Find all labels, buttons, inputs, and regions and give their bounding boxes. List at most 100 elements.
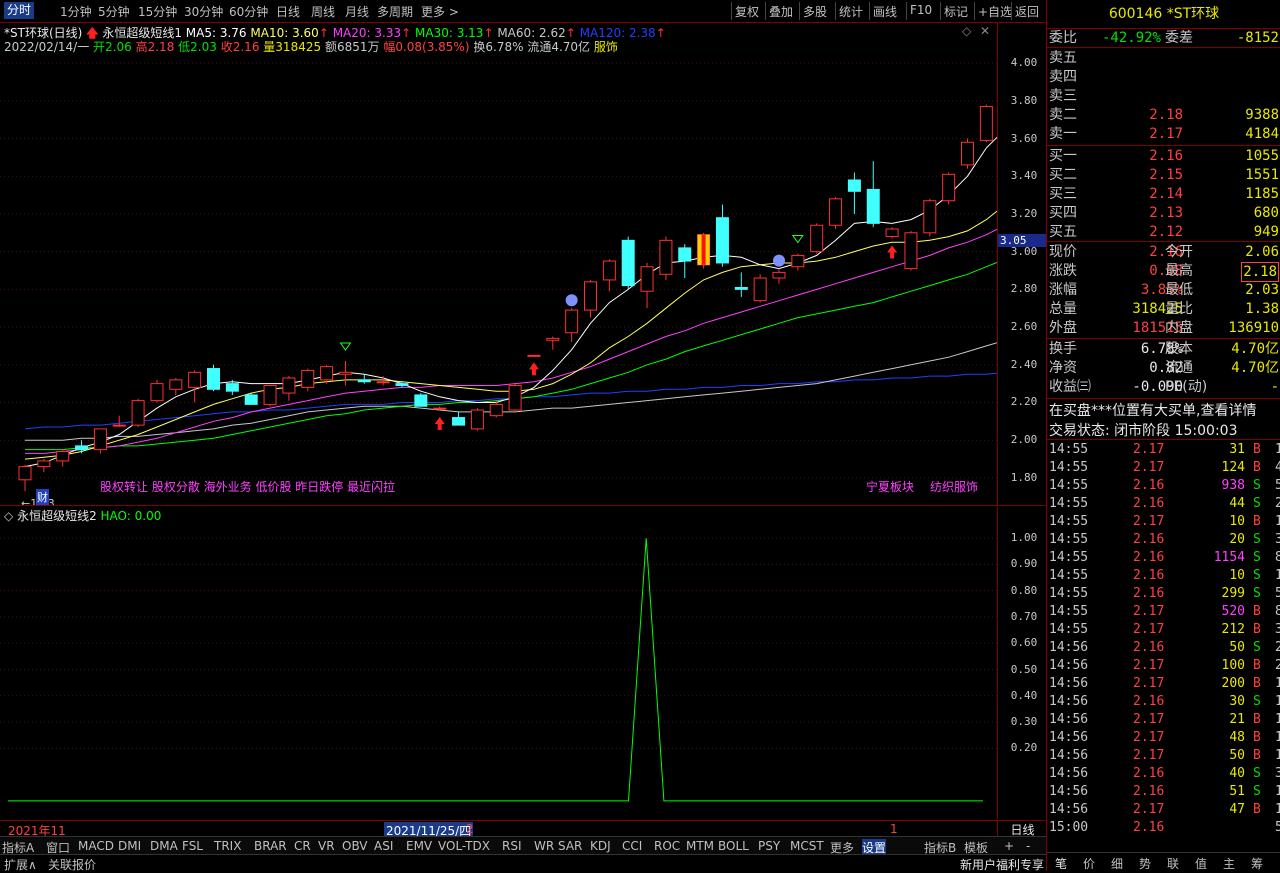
bid-row[interactable]: 买四 2.13 680 [1049,204,1279,222]
indicator-tab[interactable]: BOLL [718,839,749,853]
candle[interactable] [37,459,51,473]
candle[interactable] [640,262,654,309]
toolbar-button[interactable]: 叠加 [769,3,793,20]
candle[interactable] [508,383,522,412]
quote-tab[interactable]: 价 [1083,855,1095,872]
candle[interactable] [546,336,560,350]
candle[interactable] [452,411,466,426]
candle[interactable] [301,368,315,392]
indicator-tab[interactable]: CR [294,839,311,853]
indicator-tab[interactable]: EMV [406,839,432,853]
quote-tab[interactable]: 联 [1167,855,1179,872]
candle[interactable] [470,408,484,431]
finance-badge[interactable]: 财 [36,489,49,505]
indicator-tab-right[interactable]: - [1026,839,1030,853]
industry-tag[interactable]: 纺织服饰 [930,478,978,495]
indicator-tab[interactable]: CCI [622,839,642,853]
candle[interactable] [961,138,974,169]
candle[interactable] [75,440,89,454]
region-tag[interactable]: 宁夏板块 [866,478,914,495]
ask-row[interactable]: 卖三 [1049,87,1279,105]
candle[interactable] [282,376,296,401]
candle[interactable] [942,172,956,205]
candle[interactable] [527,354,541,357]
period-tab[interactable]: 月线 [345,3,369,20]
candle[interactable] [659,236,673,280]
indicator-tab[interactable]: MTM [686,839,714,853]
candle[interactable] [791,253,805,271]
bid-row[interactable]: 买三 2.14 1185 [1049,185,1279,203]
candle[interactable] [866,161,880,228]
candle[interactable] [753,274,767,303]
indicator-chart[interactable]: ◇ 永恒超级短线2 HAO: 0.00 [0,507,997,819]
indicator-tab[interactable]: DMA [150,839,178,853]
quote-tab[interactable]: 势 [1139,855,1151,872]
period-tab[interactable]: 多周期 [377,3,413,20]
candle[interactable] [93,428,107,454]
candle[interactable] [263,385,277,407]
period-tab[interactable]: 周线 [311,3,335,20]
candle[interactable] [904,230,918,271]
indicator-tab[interactable]: WR [534,839,554,853]
candle[interactable] [414,393,428,407]
candle[interactable] [338,361,352,386]
candle[interactable] [244,393,258,405]
indicator-tab[interactable]: VR [318,839,335,853]
indicator-tab[interactable]: KDJ [590,839,611,853]
menu-icon[interactable]: ◇ [4,509,13,523]
toolbar-button[interactable]: 多股 [803,3,827,20]
toolbar-button[interactable]: +自选 [978,3,1012,20]
ask-row[interactable]: 卖四 [1049,68,1279,86]
indicator-tab-right[interactable]: + [1004,839,1014,853]
candle[interactable] [847,172,861,214]
candle[interactable] [565,308,579,343]
indicator-tab[interactable]: DMI [118,839,141,853]
candle[interactable] [715,204,729,267]
expand-button[interactable]: 扩展∧ [4,856,37,873]
candle[interactable] [772,268,786,284]
candle[interactable] [810,223,824,254]
period-tab[interactable]: 15分钟 [138,3,177,20]
period-indicator[interactable]: 日线 [997,820,1047,837]
quote-tab[interactable]: 笔 [1055,855,1067,872]
ask-row[interactable]: 卖二 2.18 9388 [1049,106,1279,124]
candle[interactable] [678,244,692,279]
diamond-icon[interactable]: ◇ [962,24,971,38]
indicator-tab[interactable]: ASI [374,839,393,853]
indicator-tab[interactable]: MCST [790,839,824,853]
candle[interactable] [734,272,748,297]
quote-tab[interactable]: 筹 [1251,855,1263,872]
candle[interactable] [489,400,503,418]
candle[interactable] [131,398,145,428]
candle[interactable] [18,464,32,492]
candle[interactable] [150,379,164,403]
indicator-tab[interactable]: ROC [654,839,680,853]
indicator-tab[interactable]: RSI [502,839,522,853]
period-tab[interactable]: 60分钟 [229,3,268,20]
candle[interactable] [169,377,183,395]
quote-tab[interactable]: 值 [1195,855,1207,872]
toolbar-button[interactable]: 统计 [839,3,863,20]
candle[interactable] [885,227,899,239]
close-icon[interactable]: ✕ [980,24,990,38]
kline-chart[interactable]: ←1.73←3.95 *ST环球(日线) 🡅 永恒超级短线1 MA5: 3.76… [0,23,1088,510]
ask-row[interactable]: 卖一 2.17 4184 [1049,125,1279,143]
indicator-tab[interactable]: MACD [78,839,114,853]
candle[interactable] [188,370,202,403]
toolbar-button[interactable]: 标记 [944,3,968,20]
candle[interactable] [433,406,447,411]
quote-tab[interactable]: 细 [1111,855,1123,872]
candle[interactable] [207,364,220,392]
candle[interactable] [923,198,937,237]
indicator-tab[interactable]: PSY [758,839,780,853]
bid-row[interactable]: 买五 2.12 949 [1049,223,1279,241]
indicator-tab[interactable]: BRAR [254,839,287,853]
candle[interactable] [584,279,597,318]
indicator-tab[interactable]: SAR [558,839,582,853]
sub-indicator-name[interactable]: 永恒超级短线2 [17,509,97,523]
toolbar-button[interactable]: F10 [910,3,932,17]
candle[interactable] [112,415,126,428]
indicator-tab[interactable]: OBV [342,839,368,853]
quote-tab[interactable]: 主 [1223,855,1235,872]
candle[interactable] [829,196,843,230]
